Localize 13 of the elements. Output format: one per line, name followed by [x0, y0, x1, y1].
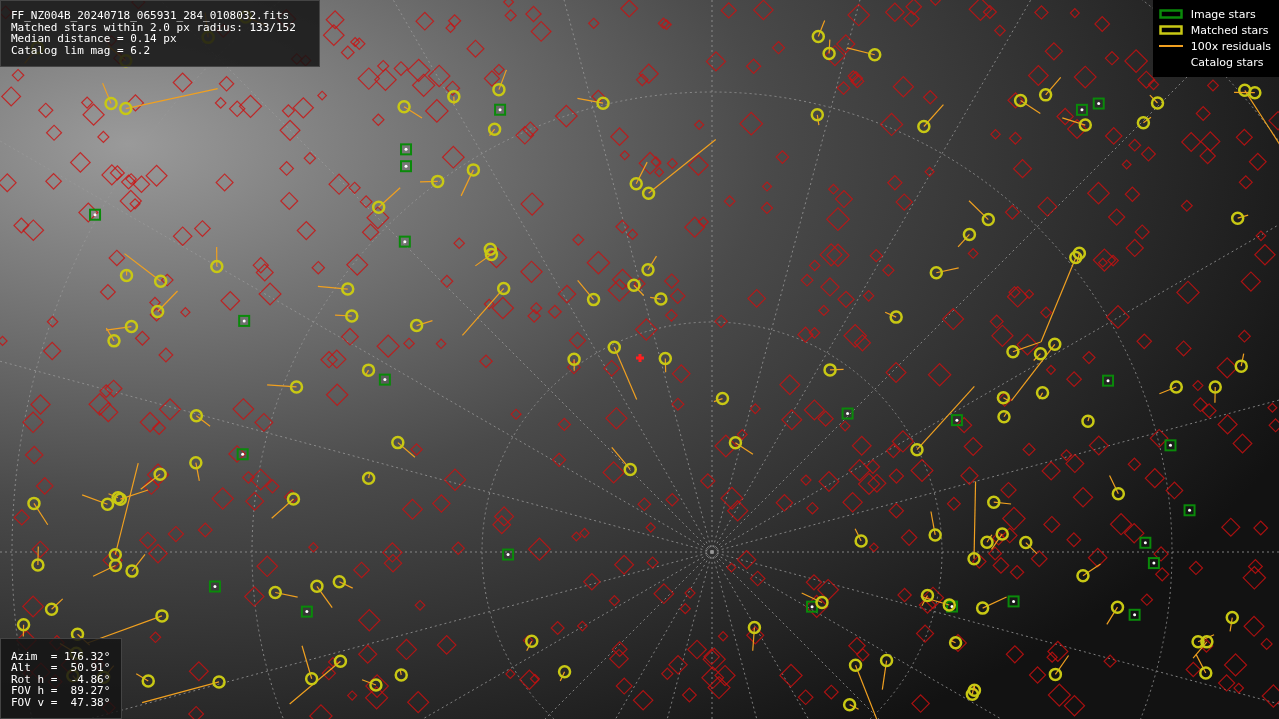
- pointing-text: FOV v = 47.38°: [11, 696, 111, 708]
- info-text: Median distance = 0.14 px: [11, 33, 177, 45]
- pointing-text: FOV h = 89.27°: [11, 685, 111, 697]
- info-text: Matched stars within 2.0 px radius: 133/152: [11, 21, 297, 33]
- legend-label: 100x residuals: [1190, 39, 1271, 53]
- legend-label: Matched stars: [1190, 23, 1269, 37]
- pointing-text: Azim = 176.32°: [11, 650, 111, 662]
- info-text: Catalog lim mag = 6.2: [11, 44, 152, 56]
- legend-label: Catalog stars: [1190, 55, 1264, 69]
- pointing-text: Alt = 50.91°: [11, 662, 111, 674]
- info-text: FF_NZ004B_20240718_065931_284_0108032.fits: [11, 10, 291, 22]
- legend-label: Image stars: [1190, 7, 1256, 21]
- pointing-text: Rot h = -4.86°: [11, 673, 111, 685]
